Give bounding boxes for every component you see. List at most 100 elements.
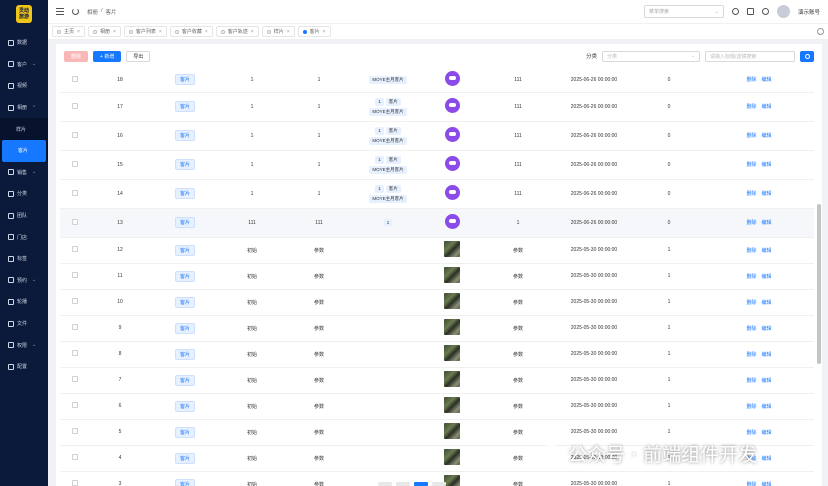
edit-link[interactable]: 编辑 — [762, 161, 772, 168]
row-checkbox[interactable] — [72, 428, 78, 434]
refresh-icon[interactable] — [72, 8, 79, 15]
sidebar-item[interactable]: 相册 ⌃ — [0, 97, 48, 119]
thumbnail-image[interactable] — [444, 345, 460, 361]
sidebar-item[interactable]: 轮播 — [0, 291, 48, 313]
row-checkbox[interactable] — [72, 454, 78, 460]
edit-link[interactable]: 编辑 — [762, 403, 772, 410]
search-button[interactable] — [800, 50, 814, 62]
delete-link[interactable]: 删除 — [746, 429, 756, 436]
page-item-active[interactable] — [414, 482, 428, 486]
edit-link[interactable]: 编辑 — [762, 325, 772, 332]
thumbnail-image[interactable] — [444, 267, 460, 283]
edit-link[interactable]: 编辑 — [762, 455, 772, 462]
tab-item[interactable]: 样片 × — [261, 26, 295, 37]
tab-item[interactable]: 客户收藏 × — [169, 26, 213, 37]
table-row[interactable]: 12 客片 初始 参数 参数 2025-05-30 00:00:00 1 删除 编辑 — [60, 237, 814, 264]
edit-link[interactable]: 编辑 — [762, 247, 772, 254]
delete-link[interactable]: 删除 — [746, 273, 756, 280]
edit-link[interactable]: 编辑 — [762, 429, 772, 436]
cloud-icon[interactable] — [444, 156, 460, 171]
close-icon[interactable]: × — [323, 29, 326, 35]
sidebar-item[interactable]: 门店 — [0, 226, 48, 248]
row-checkbox[interactable] — [72, 402, 78, 408]
row-checkbox[interactable] — [72, 189, 78, 196]
thumbnail-image[interactable] — [444, 475, 460, 486]
tab-item[interactable]: 相册 × — [87, 26, 121, 37]
thumbnail-image[interactable] — [444, 449, 460, 465]
edit-link[interactable]: 编辑 — [762, 190, 772, 197]
delete-link[interactable]: 删除 — [746, 481, 756, 486]
delete-link[interactable]: 删除 — [746, 103, 756, 110]
delete-link[interactable]: 删除 — [746, 325, 756, 332]
edit-link[interactable]: 编辑 — [762, 219, 772, 226]
sidebar-item[interactable]: 数据 — [0, 32, 48, 54]
row-checkbox[interactable] — [72, 376, 78, 382]
settings-icon[interactable] — [731, 8, 739, 15]
user-name[interactable]: 演示账号 — [798, 8, 820, 16]
edit-link[interactable]: 编辑 — [762, 481, 772, 486]
delete-link[interactable]: 删除 — [746, 351, 756, 358]
sidebar-item[interactable]: 配置 — [0, 356, 48, 378]
edit-link[interactable]: 编辑 — [762, 76, 772, 83]
edit-link[interactable]: 编辑 — [762, 103, 772, 110]
row-checkbox[interactable] — [72, 272, 78, 278]
scrollbar[interactable] — [817, 204, 821, 364]
sidebar-item[interactable]: 团队 — [0, 205, 48, 227]
delete-link[interactable]: 删除 — [746, 76, 756, 83]
delete-link[interactable]: 删除 — [746, 377, 756, 384]
close-icon[interactable]: × — [113, 29, 116, 35]
cloud-icon[interactable] — [444, 98, 460, 113]
cloud-icon[interactable] — [444, 214, 460, 229]
sidebar-item[interactable]: 视频 — [0, 75, 48, 97]
fullscreen-icon[interactable] — [746, 8, 754, 15]
tab-item[interactable]: 客户轨迹 × — [215, 26, 259, 37]
sidebar-item[interactable]: 权限 ⌄ — [0, 334, 48, 356]
menu-search[interactable]: 菜单搜索 ⌄ — [643, 5, 724, 18]
sidebar-item[interactable]: 分类 — [0, 183, 48, 205]
delete-link[interactable]: 删除 — [746, 219, 756, 226]
sidebar-item[interactable]: 销售 ⌄ — [0, 162, 48, 184]
thumbnail-image[interactable] — [444, 371, 460, 387]
cloud-icon[interactable] — [444, 185, 460, 200]
thumbnail-image[interactable] — [444, 397, 460, 413]
row-checkbox[interactable] — [72, 75, 78, 82]
close-icon[interactable]: × — [205, 29, 208, 35]
export-button[interactable]: 导出 — [126, 50, 151, 62]
sidebar-item[interactable]: 客户 ⌄ — [0, 54, 48, 76]
delete-button[interactable]: 删除 — [64, 50, 89, 62]
tab-item[interactable]: 客片 × — [297, 26, 331, 37]
sidebar-item[interactable]: 标签 — [0, 248, 48, 270]
thumbnail-image[interactable] — [444, 423, 460, 439]
delete-link[interactable]: 删除 — [746, 132, 756, 139]
info-icon[interactable] — [761, 8, 769, 15]
edit-link[interactable]: 编辑 — [762, 273, 772, 280]
close-icon[interactable]: × — [251, 29, 254, 35]
delete-link[interactable]: 删除 — [746, 190, 756, 197]
row-checkbox[interactable] — [72, 218, 78, 225]
thumbnail-image[interactable] — [444, 241, 460, 257]
tab-item[interactable]: 客户列表 × — [123, 26, 167, 37]
table-row[interactable]: 6 客片 初始 参数 参数 2025-05-30 00:00:00 1 删除 编辑 — [60, 393, 814, 420]
category-select[interactable]: 分类 ⌄ — [602, 50, 700, 62]
edit-link[interactable]: 编辑 — [762, 377, 772, 384]
row-checkbox[interactable] — [72, 350, 78, 356]
sidebar-item[interactable]: 客片 — [2, 139, 46, 162]
thumbnail-image[interactable] — [444, 293, 460, 309]
table-row[interactable]: 7 客片 初始 参数 参数 2025-05-30 00:00:00 1 删除 编辑 — [60, 367, 814, 394]
row-checkbox[interactable] — [72, 298, 78, 304]
close-icon[interactable]: × — [159, 29, 162, 35]
table-row[interactable]: 17 客片 1 1 1 客片 MOYE主月客片 111 2025-06-26 00:00:00 0… — [60, 92, 814, 122]
page-item[interactable] — [396, 482, 410, 486]
row-checkbox[interactable] — [72, 160, 78, 167]
row-checkbox[interactable] — [72, 102, 78, 109]
table-row[interactable]: 18 客片 1 1 MOYE主月客片 111 2025-06-26 00:00:00 0 删除编… — [60, 68, 814, 93]
page-item[interactable] — [378, 482, 392, 486]
delete-link[interactable]: 删除 — [746, 247, 756, 254]
table-row[interactable]: 13 客片 111 111 1 1 2025-06-26 00:00:00 0 删除 编辑 — [60, 208, 814, 238]
close-icon[interactable]: × — [77, 29, 80, 35]
row-checkbox[interactable] — [72, 480, 78, 486]
sidebar-item[interactable]: 样片 — [0, 118, 48, 140]
edit-link[interactable]: 编辑 — [762, 351, 772, 358]
cloud-icon[interactable] — [444, 71, 460, 87]
delete-link[interactable]: 删除 — [746, 161, 756, 168]
